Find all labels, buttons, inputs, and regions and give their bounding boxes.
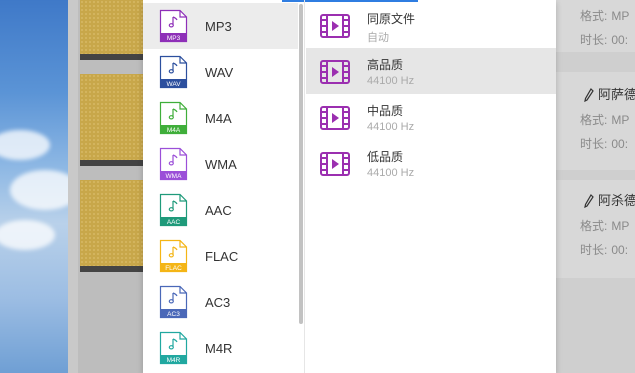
file-title[interactable]: 阿杀德 — [598, 193, 635, 208]
format-tag: FLAC — [165, 265, 182, 272]
format-tag: MP3 — [167, 35, 181, 42]
music-file-icon: AC3 — [159, 285, 188, 319]
music-file-icon: M4R — [159, 331, 188, 365]
format-tag: WAV — [166, 81, 181, 88]
format-tag: M4R — [167, 357, 181, 364]
format-item-wma[interactable]: WMA WMA — [143, 141, 298, 187]
format-label: FLAC — [205, 248, 239, 264]
video-film-icon — [320, 60, 350, 84]
duration-value: 00: — [611, 243, 629, 257]
music-file-icon: M4A — [159, 101, 188, 135]
video-film-icon — [320, 152, 350, 176]
file-card: 格式: MP 时长: 00: — [556, 0, 635, 52]
video-film-icon — [320, 106, 350, 130]
file-title[interactable]: 阿萨德 — [598, 87, 635, 102]
format-label: WAV — [205, 64, 234, 80]
format-label: 格式: — [580, 219, 608, 233]
quality-title: 同原文件 — [367, 12, 416, 26]
duration-value: 00: — [611, 137, 629, 151]
quality-sample-rate: 44100 Hz — [367, 167, 415, 179]
quality-title: 中品质 — [367, 104, 404, 118]
video-film-icon — [320, 14, 350, 38]
duration-label: 时长: — [580, 243, 608, 257]
quality-option[interactable]: 同原文件 自动 — [306, 2, 556, 48]
format-label: AAC — [205, 202, 232, 218]
quality-list: 同原文件自动高品质 44100 Hz 中品质 44100 Hz 低品质 44100 Hz — [306, 0, 556, 373]
quality-option[interactable]: 低品质 44100 Hz — [306, 140, 556, 186]
quality-title: 高品质 — [367, 58, 404, 72]
format-label: MP3 — [205, 18, 232, 34]
music-file-icon: WMA — [159, 147, 188, 181]
format-value: MP — [611, 9, 630, 23]
desktop-wallpaper — [0, 0, 68, 373]
format-label: M4A — [205, 110, 232, 126]
format-label: 格式: — [580, 113, 608, 127]
format-tag: WMA — [166, 173, 183, 180]
quality-option[interactable]: 中品质 44100 Hz — [306, 94, 556, 140]
format-item-flac[interactable]: FLAC FLAC — [143, 233, 298, 279]
output-format-dropdown: MP3 MP3 WAV WAV M4A M4A WMA WMA AAC AAC FLAC FLAC AC… — [143, 0, 556, 373]
quality-sample-rate: 自动 — [367, 32, 389, 44]
format-label: AC3 — [205, 294, 231, 310]
format-item-m4r[interactable]: M4R M4R — [143, 325, 298, 371]
music-file-icon: AAC — [159, 193, 188, 227]
format-item-ac3[interactable]: AC3 AC3 — [143, 279, 298, 325]
format-value: MP — [611, 113, 630, 127]
format-value: MP — [611, 219, 630, 233]
format-tag: AAC — [167, 219, 181, 226]
quality-title: 低品质 — [367, 150, 404, 164]
format-label: WMA — [205, 156, 237, 172]
format-item-m4a[interactable]: M4A M4A — [143, 95, 298, 141]
format-item-wav[interactable]: WAV WAV — [143, 49, 298, 95]
format-tag: AC3 — [167, 311, 180, 318]
file-info-column: 格式: MP 时长: 00: 阿萨德 格式: MP 时长: 00: 阿杀德 格式: MP … — [556, 0, 635, 373]
duration-label: 时长: — [580, 137, 608, 151]
format-list: MP3 MP3 WAV WAV M4A M4A WMA WMA AAC AAC FLAC FLAC AC… — [143, 0, 305, 373]
thumbnail-column — [78, 0, 144, 373]
format-tag: M4A — [167, 127, 181, 134]
pencil-icon[interactable] — [584, 194, 594, 208]
quality-option[interactable]: 高品质 44100 Hz — [306, 48, 556, 94]
duration-value: 00: — [611, 33, 629, 47]
format-item-mp3[interactable]: MP3 MP3 — [143, 3, 298, 49]
video-thumbnail[interactable] — [80, 74, 144, 166]
quality-sample-rate: 44100 Hz — [367, 121, 415, 133]
quality-sample-rate: 44100 Hz — [367, 75, 415, 87]
music-file-icon: FLAC — [159, 239, 188, 273]
video-thumbnail[interactable] — [80, 0, 144, 60]
format-item-aac[interactable]: AAC AAC — [143, 187, 298, 233]
music-file-icon: MP3 — [159, 9, 188, 43]
file-card: 阿萨德 格式: MP 时长: 00: — [556, 72, 635, 170]
video-thumbnail[interactable] — [80, 180, 144, 272]
pencil-icon[interactable] — [584, 88, 594, 102]
format-list-scrollbar[interactable] — [299, 4, 303, 324]
duration-label: 时长: — [580, 33, 608, 47]
music-file-icon: WAV — [159, 55, 188, 89]
format-label: M4R — [205, 340, 233, 356]
file-card: 阿杀德 格式: MP 时长: 00: — [556, 180, 635, 278]
format-label: 格式: — [580, 9, 608, 23]
